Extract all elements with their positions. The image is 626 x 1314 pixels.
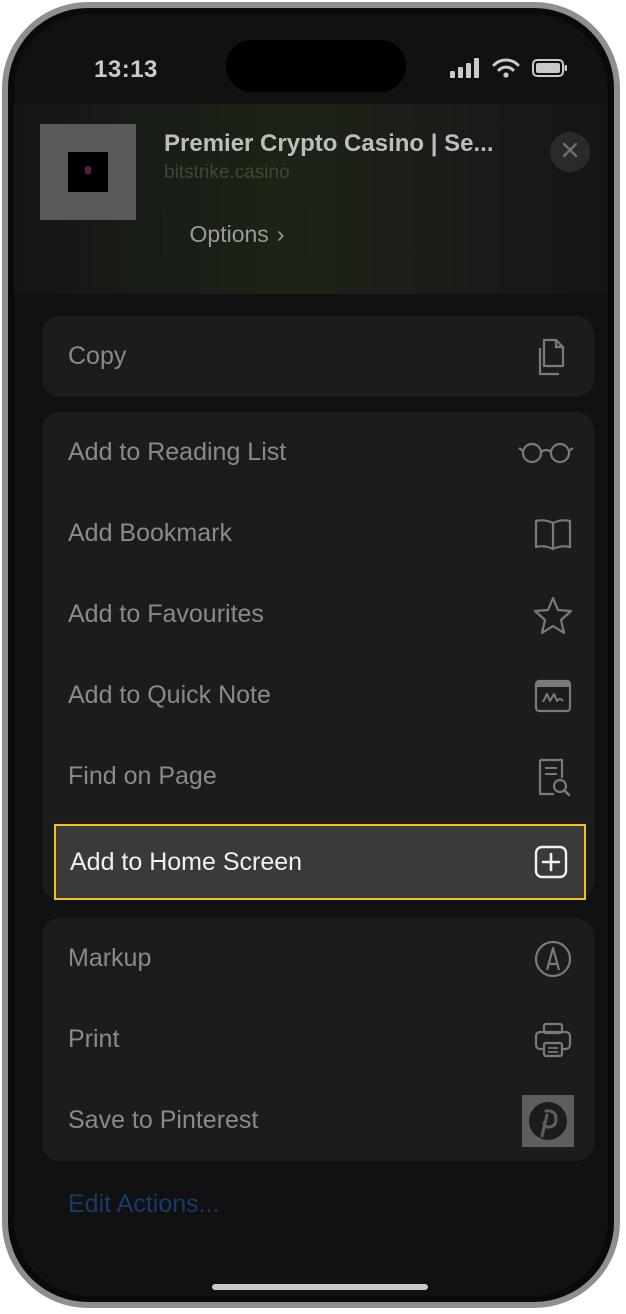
action-save-to-pinterest[interactable]: Save to Pinterest (42, 1080, 594, 1161)
find-on-page-icon (532, 756, 574, 798)
battery-icon (532, 58, 568, 83)
action-label: Markup (68, 944, 152, 972)
glasses-icon (518, 432, 574, 474)
page-url: bitstrike.casino (164, 162, 290, 183)
plus-square-icon (530, 841, 572, 883)
phone-frame: 13:13 Premier Crypto Casino | Se... bits… (2, 2, 620, 1308)
action-add-favourites[interactable]: Add to Favourites (42, 574, 594, 655)
close-icon (561, 141, 579, 164)
dynamic-island (226, 40, 406, 92)
action-find-on-page[interactable]: Find on Page (42, 736, 594, 817)
action-label: Add to Quick Note (68, 681, 271, 709)
printer-icon (532, 1019, 574, 1061)
quick-note-icon (532, 675, 574, 717)
status-icons (450, 58, 568, 83)
page-title: Premier Crypto Casino | Se... (164, 130, 494, 157)
more-actions-group: Markup Print Save to Pinterest (42, 918, 594, 1161)
share-sheet-screen: 13:13 Premier Crypto Casino | Se... bits… (14, 14, 608, 1296)
cellular-signal-icon (450, 58, 480, 83)
action-label: Add to Favourites (68, 600, 264, 628)
copy-group: Copy (42, 316, 594, 397)
action-markup[interactable]: Markup (42, 918, 594, 999)
pinterest-icon (522, 1094, 574, 1147)
action-label: Print (68, 1025, 120, 1053)
action-add-reading-list[interactable]: Add to Reading List (42, 412, 594, 493)
copy-icon (532, 336, 574, 378)
action-add-quick-note[interactable]: Add to Quick Note (42, 655, 594, 736)
action-copy[interactable]: Copy (42, 316, 594, 397)
status-time: 13:13 (94, 56, 158, 83)
site-favicon (68, 152, 108, 192)
action-label: Save to Pinterest (68, 1106, 259, 1134)
share-sheet-header: Premier Crypto Casino | Se... bitstrike.… (14, 104, 608, 294)
book-icon (532, 513, 574, 555)
action-add-bookmark[interactable]: Add Bookmark (42, 493, 594, 574)
action-label: Add Bookmark (68, 519, 232, 547)
action-label: Add to Reading List (68, 438, 287, 466)
chevron-right-icon: › (276, 220, 285, 247)
markup-icon (532, 938, 574, 980)
action-label: Add to Home Screen (70, 847, 303, 876)
action-print[interactable]: Print (42, 999, 594, 1080)
close-button[interactable] (550, 132, 590, 172)
options-label: Options (189, 220, 269, 247)
wifi-icon (492, 58, 520, 83)
action-add-to-home-screen[interactable]: Add to Home Screen (54, 824, 586, 900)
action-label: Copy (68, 342, 127, 370)
options-button[interactable]: Options › (164, 212, 310, 256)
home-indicator[interactable] (212, 1284, 428, 1290)
site-thumbnail (40, 124, 136, 220)
action-label: Find on Page (68, 762, 217, 790)
star-icon (532, 594, 574, 636)
edit-actions-link[interactable]: Edit Actions... (68, 1190, 219, 1219)
